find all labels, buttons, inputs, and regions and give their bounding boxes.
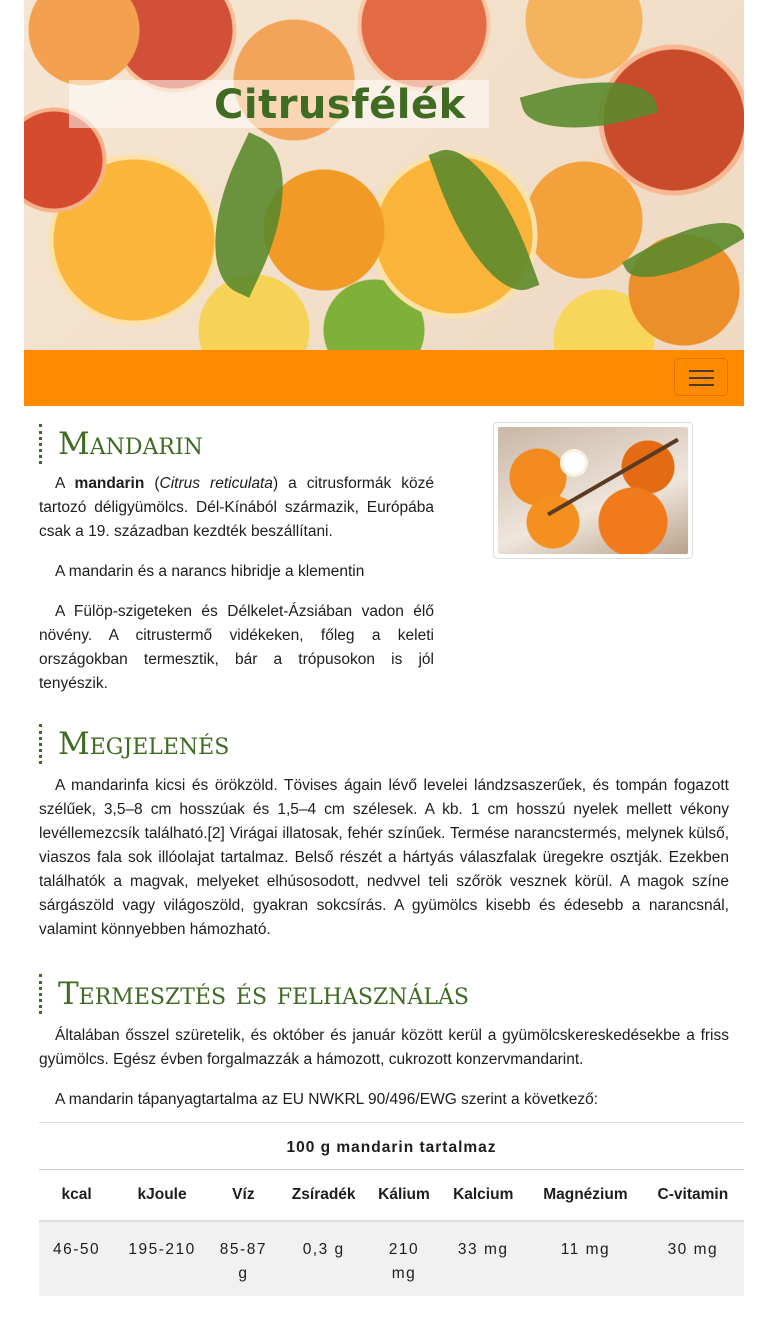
table-row: 46-50 195-210 85-87 g 0,3 g 210 mg 33 mg… (39, 1221, 744, 1296)
mandarin-hybrid-paragraph: A mandarin és a narancs hibridje a kleme… (55, 563, 365, 580)
table-caption: 100 g mandarin tartalmaz (39, 1122, 744, 1169)
section-megjelenes: Megjelenés A mandarinfa kicsi és örökzöl… (24, 724, 744, 974)
table-header-cell: kcal (39, 1169, 115, 1222)
navbar-toggle-button[interactable] (674, 358, 728, 396)
mandarin-image (493, 422, 693, 559)
table-header-row: kcal kJoule Víz Zsíradék Kálium Kalcium … (39, 1169, 744, 1222)
section-heading: Termesztés és felhasználás (39, 974, 744, 1014)
leaf-decoration (519, 64, 659, 146)
table-cell: 210 mg (370, 1221, 438, 1296)
table-header-cell: C-vitamin (641, 1169, 744, 1222)
mandarin-habitat-paragraph: A Fülöp-szigeteken és Délkelet-Ázsiában … (39, 603, 434, 692)
table-header-cell: Zsíradék (276, 1169, 371, 1222)
section-heading: Mandarin (39, 424, 434, 464)
section-mandarin: Mandarin A mandarin (Citrus reticulata) … (24, 406, 744, 724)
hamburger-icon (689, 384, 714, 386)
table-cell: 11 mg (529, 1221, 642, 1296)
hamburger-icon (689, 370, 714, 372)
megjelenes-paragraph: A mandarinfa kicsi és örökzöld. Tövises … (39, 777, 729, 938)
table-cell: 0,3 g (276, 1221, 371, 1296)
table-header-cell: kJoule (114, 1169, 211, 1222)
mandarin-intro-paragraph: A mandarin (Citrus reticulata) a citrusf… (39, 475, 434, 540)
table-header-cell: Magnézium (529, 1169, 642, 1222)
nutrition-table: 100 g mandarin tartalmaz kcal kJoule Víz… (39, 1122, 744, 1296)
mandarin-photo (498, 427, 688, 554)
table-cell: 33 mg (437, 1221, 530, 1296)
table-cell: 46-50 (39, 1221, 115, 1296)
hero-banner: Citrusfélék (24, 0, 744, 350)
table-header-cell: Víz (210, 1169, 277, 1222)
nutrition-intro-paragraph: A mandarin tápanyagtartalma az EU NWKRL … (55, 1091, 599, 1108)
hamburger-icon (689, 377, 714, 379)
navbar (24, 350, 744, 406)
leaf-decoration (622, 202, 744, 298)
section-termesztes: Termesztés és felhasználás Általában őss… (24, 974, 744, 1296)
table-header-cell: Kálium (370, 1169, 438, 1222)
site-title: Citrusfélék (214, 82, 466, 128)
table-header-cell: Kalcium (437, 1169, 530, 1222)
termesztes-paragraph: Általában ősszel szüretelik, és október … (39, 1027, 729, 1068)
table-cell: 195-210 (114, 1221, 211, 1296)
section-heading: Megjelenés (39, 724, 744, 764)
table-cell: 30 mg (641, 1221, 744, 1296)
leaf-decoration (185, 132, 313, 298)
table-cell: 85-87 g (210, 1221, 277, 1296)
leaf-decoration (428, 134, 540, 306)
page: Citrusfélék Mandarin A mandarin (Citrus … (24, 0, 744, 1296)
